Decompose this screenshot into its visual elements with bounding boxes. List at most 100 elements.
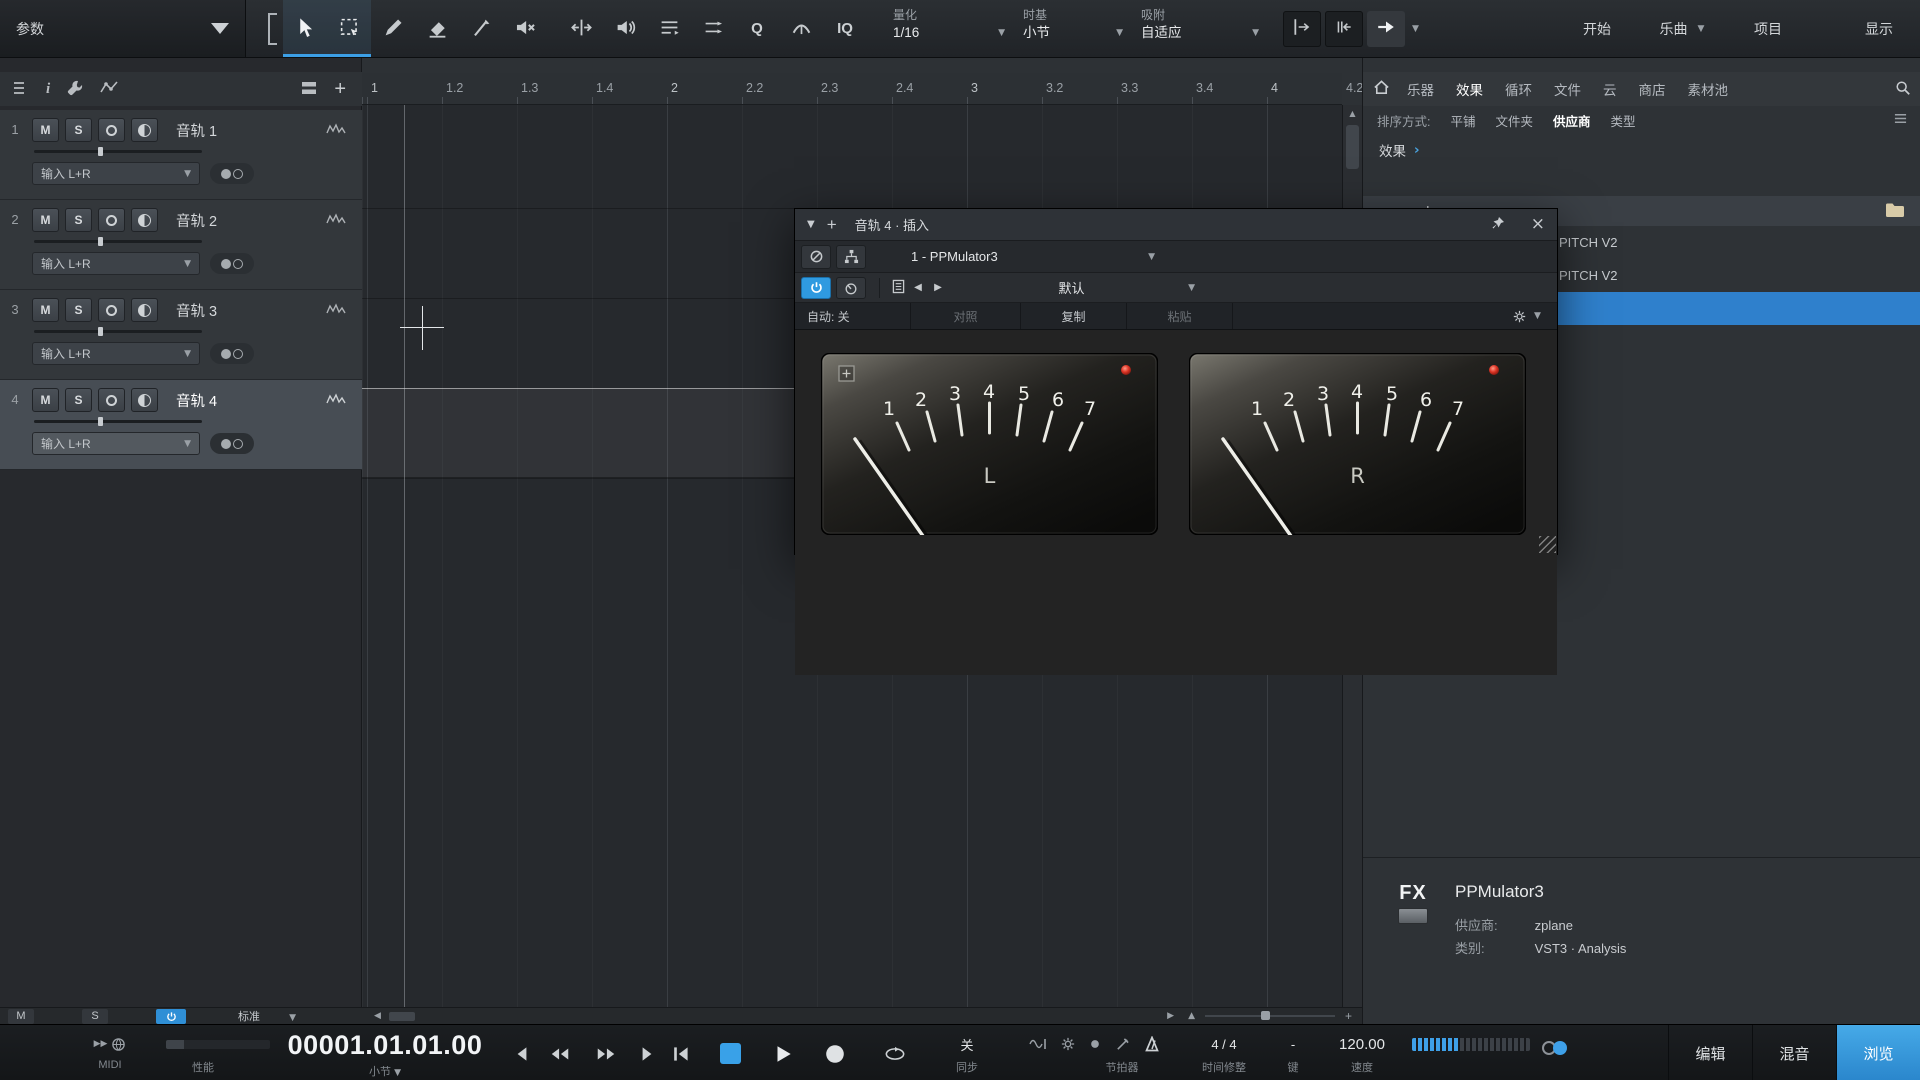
song-page-button[interactable]: 乐曲 ▼ — [1634, 0, 1730, 58]
pin-icon[interactable] — [1491, 216, 1505, 233]
track-name[interactable]: 音轨 4 — [176, 390, 217, 411]
track-layout-icon[interactable] — [300, 79, 318, 100]
timebase-control[interactable]: 时基 小节▼ — [1023, 0, 1123, 57]
params-dropdown[interactable]: 参数 — [0, 0, 246, 57]
input-select[interactable]: 输入 L+R ▼ — [32, 432, 200, 455]
return-to-zero-button[interactable] — [664, 1039, 698, 1069]
rewind-button[interactable] — [543, 1039, 577, 1069]
mute-button[interactable]: M — [32, 118, 59, 142]
mute-button[interactable]: M — [32, 208, 59, 232]
edit-view-button[interactable]: 编辑 — [1668, 1025, 1752, 1080]
snap-mode-button[interactable] — [1283, 11, 1321, 47]
home-icon[interactable] — [1373, 79, 1390, 99]
stereo-mode-toggle[interactable] — [210, 343, 254, 364]
time-unit-select[interactable]: 小节 ▼ — [272, 1063, 498, 1079]
plugin-power-button[interactable] — [801, 277, 831, 299]
monitor-button[interactable] — [131, 208, 158, 232]
play-button[interactable] — [766, 1039, 800, 1069]
timeline-ruler[interactable]: 1 1.2 1.3 1.4 2 2.2 2.3 2.4 3 3.2 3.3 3.… — [362, 73, 1342, 105]
zoom-out-icon[interactable]: ▲ — [1188, 1011, 1195, 1021]
time-signature-control[interactable]: 4 / 4 时间修整 — [1182, 1032, 1266, 1075]
track-name[interactable]: 音轨 1 — [176, 120, 217, 141]
preset-list-icon[interactable] — [888, 279, 908, 297]
scrollbar-thumb[interactable] — [1346, 125, 1359, 169]
listen-tool-button[interactable] — [603, 0, 647, 57]
record-button[interactable] — [818, 1039, 852, 1069]
routing-button[interactable] — [836, 245, 866, 269]
paint-tool-button[interactable] — [371, 0, 415, 57]
solo-button[interactable]: S — [65, 208, 92, 232]
sort-flat[interactable]: 平铺 — [1450, 111, 1475, 130]
resize-grip[interactable] — [1539, 536, 1556, 553]
track-row-4-selected[interactable]: 4 M S 音轨 4 输入 L+R ▼ — [0, 380, 362, 470]
metronome-controls[interactable]: 节拍器 — [1006, 1032, 1182, 1075]
prev-preset-icon[interactable]: ◀ — [908, 282, 928, 293]
monitor-button[interactable] — [131, 298, 158, 322]
plugin-titlebar[interactable]: ▼ + 音轨 4 · 插入 × — [795, 209, 1557, 241]
project-page-button[interactable]: 项目 — [1730, 0, 1806, 58]
input-select[interactable]: 输入 L+R ▼ — [32, 342, 200, 365]
close-icon[interactable]: × — [1531, 216, 1545, 233]
mute-button[interactable]: M — [32, 388, 59, 412]
list-view-icon[interactable] — [1894, 112, 1907, 128]
midi-monitor[interactable]: ▶▶ MIDI — [66, 1032, 154, 1071]
eraser-tool-button[interactable] — [415, 0, 459, 57]
mute-tool-button[interactable] — [503, 0, 547, 57]
tempo-control[interactable]: 120.00 速度 — [1320, 1032, 1404, 1075]
record-arm-button[interactable] — [98, 388, 125, 412]
track-row-1[interactable]: 1 M S 音轨 1 输入 L+R ▼ — [0, 110, 362, 200]
paste-button[interactable]: 粘贴 — [1127, 303, 1233, 329]
plugin-settings-button[interactable]: ▼ — [1497, 303, 1557, 329]
browse-view-button[interactable]: 浏览 — [1836, 1025, 1920, 1080]
horizontal-scrollbar[interactable]: ◀ ▶ ▲ + — [362, 1007, 1362, 1024]
tab-files[interactable]: 文件 — [1543, 79, 1592, 99]
preset-select[interactable]: 默认 ▼ — [955, 273, 1195, 302]
waveform-icon[interactable] — [326, 302, 346, 319]
sort-vendor[interactable]: 供应商 — [1553, 111, 1591, 130]
automation-mode-select[interactable]: 自动: 关 — [795, 303, 911, 329]
automation-knob-button[interactable] — [836, 277, 866, 299]
start-page-button[interactable]: 开始 — [1560, 0, 1634, 58]
next-preset-icon[interactable]: ▶ — [928, 282, 948, 293]
copy-button[interactable]: 复制 — [1021, 303, 1127, 329]
plugin-slot-select[interactable]: 1 - PPMulator3 ▼ — [911, 249, 1155, 264]
waveform-icon[interactable] — [326, 122, 346, 139]
quantize-control[interactable]: 量化 1/16▼ — [893, 0, 1005, 57]
volume-fader[interactable] — [34, 150, 202, 153]
tab-instruments[interactable]: 乐器 — [1396, 79, 1445, 99]
stereo-mode-toggle[interactable] — [210, 433, 254, 454]
global-power-button[interactable] — [156, 1009, 186, 1024]
metronome-icon[interactable] — [1144, 1036, 1160, 1052]
range-tool-button[interactable] — [327, 0, 371, 57]
record-arm-button[interactable] — [98, 118, 125, 142]
automation-icon[interactable] — [100, 79, 118, 100]
inspector-icon[interactable]: i — [46, 81, 50, 98]
fast-forward-button[interactable] — [589, 1039, 623, 1069]
performance-monitor[interactable]: 性能 — [158, 1032, 278, 1075]
stereo-mode-toggle[interactable] — [210, 163, 254, 184]
volume-fader[interactable] — [34, 240, 202, 243]
input-quantize-button[interactable]: IQ — [823, 0, 867, 57]
key-control[interactable]: - 键 — [1266, 1032, 1320, 1075]
global-solo-button[interactable]: S — [82, 1009, 108, 1024]
bypass-button[interactable] — [801, 245, 831, 269]
mute-button[interactable]: M — [32, 298, 59, 322]
solo-button[interactable]: S — [65, 388, 92, 412]
stereo-mode-toggle[interactable] — [210, 253, 254, 274]
track-row-3[interactable]: 3 M S 音轨 3 输入 L+R ▼ — [0, 290, 362, 380]
global-mute-button[interactable]: M — [8, 1009, 34, 1024]
tab-effects[interactable]: 效果 — [1445, 79, 1494, 99]
tab-cloud[interactable]: 云 — [1592, 79, 1628, 99]
tab-shop[interactable]: 商店 — [1628, 79, 1677, 99]
next-bar-button[interactable] — [630, 1039, 664, 1069]
record-arm-button[interactable] — [98, 208, 125, 232]
mono-stereo-toggle[interactable] — [1542, 1041, 1567, 1055]
sort-folder[interactable]: 文件夹 — [1496, 111, 1534, 130]
mix-view-button[interactable]: 混音 — [1752, 1025, 1836, 1080]
volume-fader[interactable] — [34, 330, 202, 333]
chevron-down-icon[interactable]: ▼ — [807, 219, 815, 230]
loop-button[interactable] — [872, 1039, 918, 1069]
comp-tool-button[interactable] — [647, 0, 691, 57]
sort-type[interactable]: 类型 — [1611, 111, 1636, 130]
waveform-icon[interactable] — [326, 212, 346, 229]
